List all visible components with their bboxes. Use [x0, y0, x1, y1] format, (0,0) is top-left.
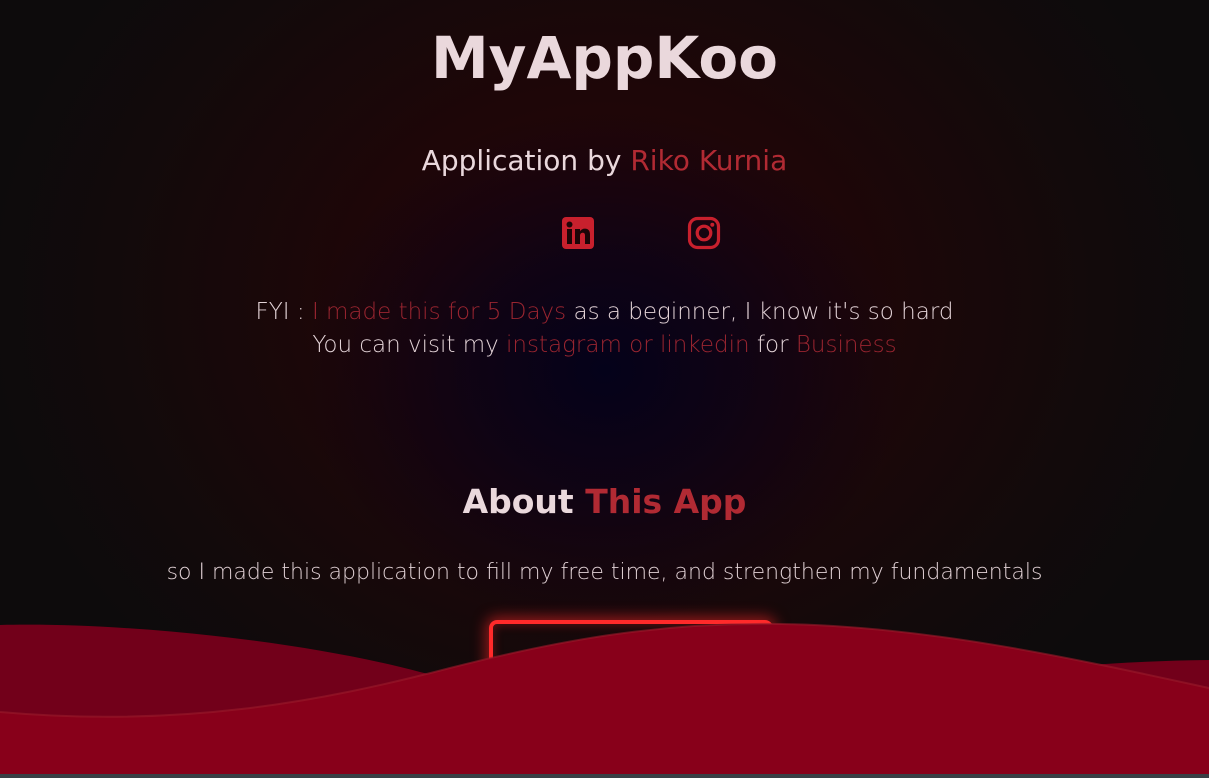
fyi-line-2: You can visit my instagram or linkedin f…	[0, 329, 1209, 362]
about-description: so I made this application to fill my fr…	[166, 560, 1043, 585]
app-title: MyAppKoo	[430, 24, 779, 92]
fyi-highlight: I made this for 5 Days	[311, 299, 567, 325]
about-heading-plain: About	[462, 482, 574, 521]
business-highlight: Business	[795, 332, 897, 358]
fyi-prefix: FYI :	[255, 299, 305, 325]
visit-prefix: You can visit my	[312, 332, 499, 358]
glowing-button[interactable]	[489, 620, 773, 690]
fyi-suffix: as a beginner, I know it's so hard	[573, 299, 954, 325]
about-heading-accent: This App	[585, 482, 747, 521]
about-heading: About This App	[0, 482, 1209, 521]
window-bottom-edge	[0, 774, 1209, 778]
hero-section: MyAppKoo Application by Riko Kurnia FYI …	[0, 0, 1209, 778]
fyi-note: FYI : I made this for 5 Days as a beginn…	[0, 296, 1209, 362]
byline-prefix: Application by	[421, 144, 622, 177]
author-link[interactable]: Riko Kurnia	[630, 144, 787, 177]
social-visit-link[interactable]: instagram or linkedin	[506, 332, 750, 358]
instagram-icon[interactable]	[684, 213, 724, 253]
linkedin-icon[interactable]	[558, 213, 598, 253]
social-links	[0, 213, 1209, 255]
byline: Application by Riko Kurnia	[0, 144, 1209, 177]
visit-middle: for	[756, 332, 789, 358]
fyi-line-1: FYI : I made this for 5 Days as a beginn…	[0, 296, 1209, 329]
